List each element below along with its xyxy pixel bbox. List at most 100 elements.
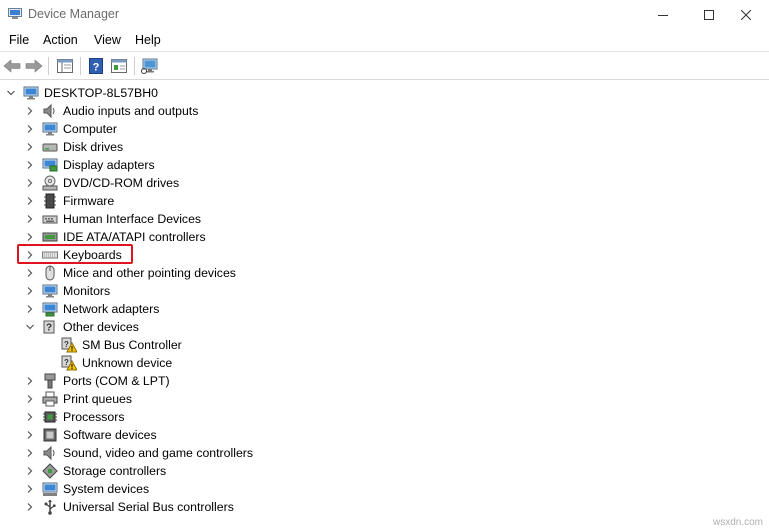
close-button[interactable] [723, 0, 769, 30]
show-hide-console-tree-button[interactable] [55, 57, 75, 75]
tree-item-usb-controllers[interactable]: Universal Serial Bus controllers [0, 498, 400, 516]
computer-icon [42, 122, 58, 136]
tree-item-processors[interactable]: Processors [0, 408, 400, 426]
toolbar-separator [134, 57, 135, 75]
unknown-device-icon: ? [43, 320, 55, 334]
tree-item-label: Processors [63, 410, 125, 424]
chevron-right-icon[interactable] [25, 430, 35, 440]
chevron-right-icon[interactable] [25, 376, 35, 386]
tree-item-label: Ports (COM & LPT) [63, 374, 170, 388]
help-icon: ? [89, 58, 103, 74]
help-button[interactable]: ? [86, 57, 106, 75]
tree-item-unknown-device[interactable]: ? Unknown device [0, 354, 400, 372]
tree-item-monitors[interactable]: Monitors [0, 282, 400, 300]
menu-view[interactable]: View [94, 33, 121, 47]
tree-item-label: Sound, video and game controllers [63, 446, 254, 460]
chevron-right-icon[interactable] [25, 232, 35, 242]
ide-controller-icon [42, 232, 58, 242]
tree-item-human-interface-devices[interactable]: Human Interface Devices [0, 210, 400, 228]
warning-device-icon: ? [61, 355, 77, 371]
speaker-icon [43, 103, 55, 119]
tree-item-label: Disk drives [63, 140, 124, 154]
tree-item-label: Monitors [63, 284, 111, 298]
disk-drive-icon [42, 143, 58, 152]
chevron-down-icon[interactable] [25, 322, 35, 332]
device-tree: DESKTOP-8L57BH0 Audio inputs and outputs… [0, 81, 769, 531]
tree-item-sound-video-game[interactable]: Sound, video and game controllers [0, 444, 400, 462]
menu-help[interactable]: Help [135, 33, 161, 47]
chevron-right-icon[interactable] [25, 466, 35, 476]
properties-icon [111, 59, 127, 73]
firmware-chip-icon [44, 193, 56, 209]
tree-item-label: Human Interface Devices [63, 212, 202, 226]
chevron-right-icon[interactable] [25, 448, 35, 458]
forward-button[interactable] [24, 57, 44, 75]
tree-item-disk-drives[interactable]: Disk drives [0, 138, 400, 156]
console-tree-icon [57, 59, 73, 73]
dvd-drive-icon [42, 175, 58, 191]
warning-device-icon: ? [61, 337, 77, 353]
tree-item-print-queues[interactable]: Print queues [0, 390, 400, 408]
tree-item-system-devices[interactable]: System devices [0, 480, 400, 498]
svg-text:?: ? [46, 323, 52, 334]
tree-item-label: Display adapters [63, 158, 155, 172]
toolbar-separator [48, 57, 49, 75]
usb-icon [44, 499, 56, 515]
tree-item-audio[interactable]: Audio inputs and outputs [0, 102, 400, 120]
system-device-icon [42, 482, 58, 496]
printer-icon [42, 391, 58, 407]
toolbar-separator [80, 57, 81, 75]
tree-item-dvd-cdrom-drives[interactable]: DVD/CD-ROM drives [0, 174, 400, 192]
tree-item-storage-controllers[interactable]: Storage controllers [0, 462, 400, 480]
properties-button[interactable] [109, 57, 129, 75]
minimize-button[interactable] [640, 0, 686, 30]
chevron-right-icon[interactable] [25, 214, 35, 224]
tree-item-ports[interactable]: Ports (COM & LPT) [0, 372, 400, 390]
tree-item-firmware[interactable]: Firmware [0, 192, 400, 210]
hid-icon [42, 215, 58, 224]
menu-action[interactable]: Action [43, 33, 78, 47]
chevron-right-icon[interactable] [25, 502, 35, 512]
scan-monitor-icon [141, 58, 158, 74]
chevron-right-icon[interactable] [25, 412, 35, 422]
computer-icon [23, 86, 39, 100]
chevron-right-icon[interactable] [25, 484, 35, 494]
chevron-right-icon[interactable] [25, 160, 35, 170]
chevron-right-icon[interactable] [25, 286, 35, 296]
tree-item-mice[interactable]: Mice and other pointing devices [0, 264, 400, 282]
chevron-right-icon[interactable] [25, 178, 35, 188]
chevron-right-icon[interactable] [25, 304, 35, 314]
tree-item-label: Print queues [63, 392, 133, 406]
software-device-icon [43, 428, 57, 442]
tree-item-software-devices[interactable]: Software devices [0, 426, 400, 444]
mouse-icon [45, 265, 55, 281]
menu-bar: File Action View Help [0, 30, 769, 52]
tree-item-computer[interactable]: Computer [0, 120, 400, 138]
tree-item-display-adapters[interactable]: Display adapters [0, 156, 400, 174]
chevron-right-icon[interactable] [25, 196, 35, 206]
menu-file[interactable]: File [9, 33, 29, 47]
tree-item-label: Firmware [63, 194, 115, 208]
tree-item-label: DVD/CD-ROM drives [63, 176, 180, 190]
tree-root[interactable]: DESKTOP-8L57BH0 [0, 84, 400, 102]
watermark: wsxdn.com [712, 517, 763, 528]
back-arrow-icon [3, 59, 21, 73]
tree-item-label: Audio inputs and outputs [63, 104, 199, 118]
tree-item-label: Universal Serial Bus controllers [63, 500, 234, 514]
chevron-right-icon[interactable] [25, 394, 35, 404]
chevron-right-icon[interactable] [25, 106, 35, 116]
chevron-right-icon[interactable] [25, 124, 35, 134]
display-adapter-icon [42, 158, 58, 172]
back-button[interactable] [2, 57, 22, 75]
sound-icon [43, 445, 55, 461]
scan-hardware-changes-button[interactable] [140, 57, 160, 75]
tree-item-sm-bus-controller[interactable]: ? SM Bus Controller [0, 336, 400, 354]
tree-item-other-devices[interactable]: ? Other devices [0, 318, 400, 336]
tree-item-label: System devices [63, 482, 150, 496]
port-icon [44, 373, 56, 389]
chevron-right-icon[interactable] [25, 142, 35, 152]
storage-controller-icon [42, 463, 58, 479]
chevron-right-icon[interactable] [25, 268, 35, 278]
tree-item-network-adapters[interactable]: Network adapters [0, 300, 400, 318]
chevron-down-icon[interactable] [6, 88, 16, 98]
